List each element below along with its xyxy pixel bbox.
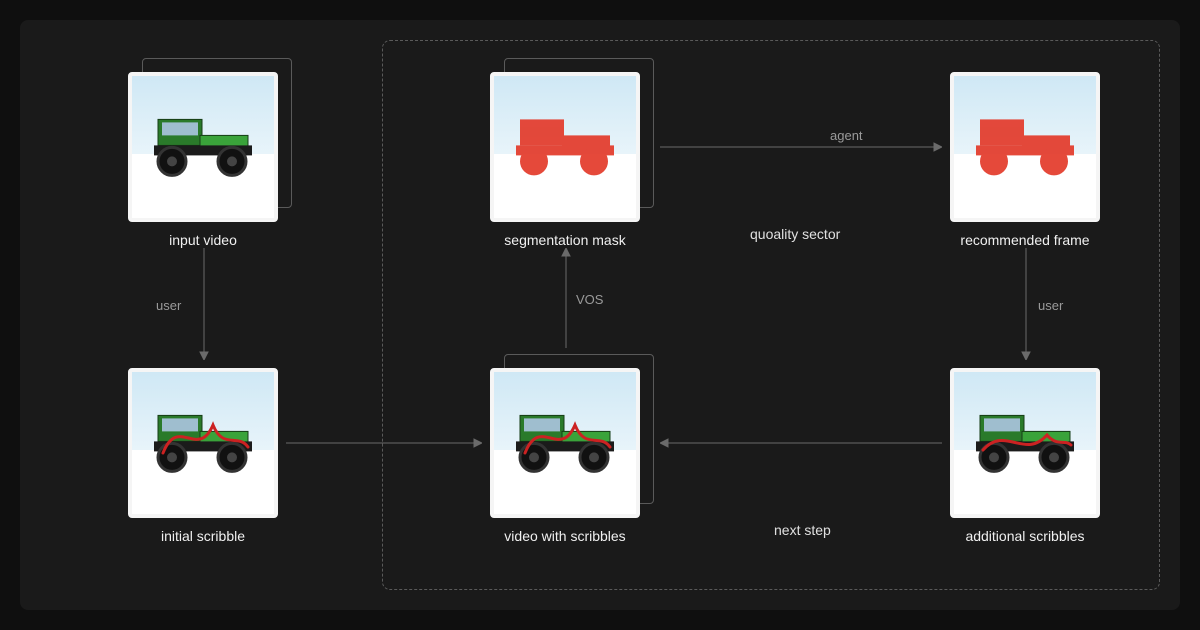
- label-vos: VOS: [576, 292, 603, 307]
- thumb-initial-scribble: [128, 368, 278, 518]
- arrow-input-to-scribble: [199, 248, 209, 360]
- node-video-with-scribbles: video with scribbles: [490, 368, 640, 544]
- node-input-video: input video: [128, 72, 278, 248]
- arrow-additional-to-video: [660, 438, 942, 448]
- caption-input-video: input video: [128, 232, 278, 248]
- node-initial-scribble: initial scribble: [128, 368, 278, 544]
- thumb-video-with-scribbles: [490, 368, 640, 518]
- caption-additional-scribbles: additional scribbles: [950, 528, 1100, 544]
- caption-initial-scribble: initial scribble: [128, 528, 278, 544]
- thumb-input-video: [128, 72, 278, 222]
- node-recommended-frame: recommended frame: [950, 72, 1100, 248]
- label-quality-sector: quoality sector: [750, 226, 840, 242]
- thumb-recommended-frame: [950, 72, 1100, 222]
- label-agent: agent: [830, 128, 863, 143]
- label-user-right: user: [1038, 298, 1063, 313]
- caption-video-with-scribbles: video with scribbles: [490, 528, 640, 544]
- node-segmentation-mask: segmentation mask: [490, 72, 640, 248]
- thumb-additional-scribbles: [950, 368, 1100, 518]
- arrow-video-to-mask: [561, 248, 571, 348]
- caption-recommended-frame: recommended frame: [950, 232, 1100, 248]
- arrow-recommended-to-additional: [1021, 248, 1031, 360]
- label-next-step: next step: [774, 522, 831, 538]
- arrow-initial-to-video: [286, 438, 482, 448]
- node-additional-scribbles: additional scribbles: [950, 368, 1100, 544]
- caption-segmentation-mask: segmentation mask: [490, 232, 640, 248]
- thumb-segmentation-mask: [490, 72, 640, 222]
- arrow-mask-to-recommended: [660, 142, 942, 152]
- label-user-top: user: [156, 298, 181, 313]
- diagram-canvas: input video: [20, 20, 1180, 610]
